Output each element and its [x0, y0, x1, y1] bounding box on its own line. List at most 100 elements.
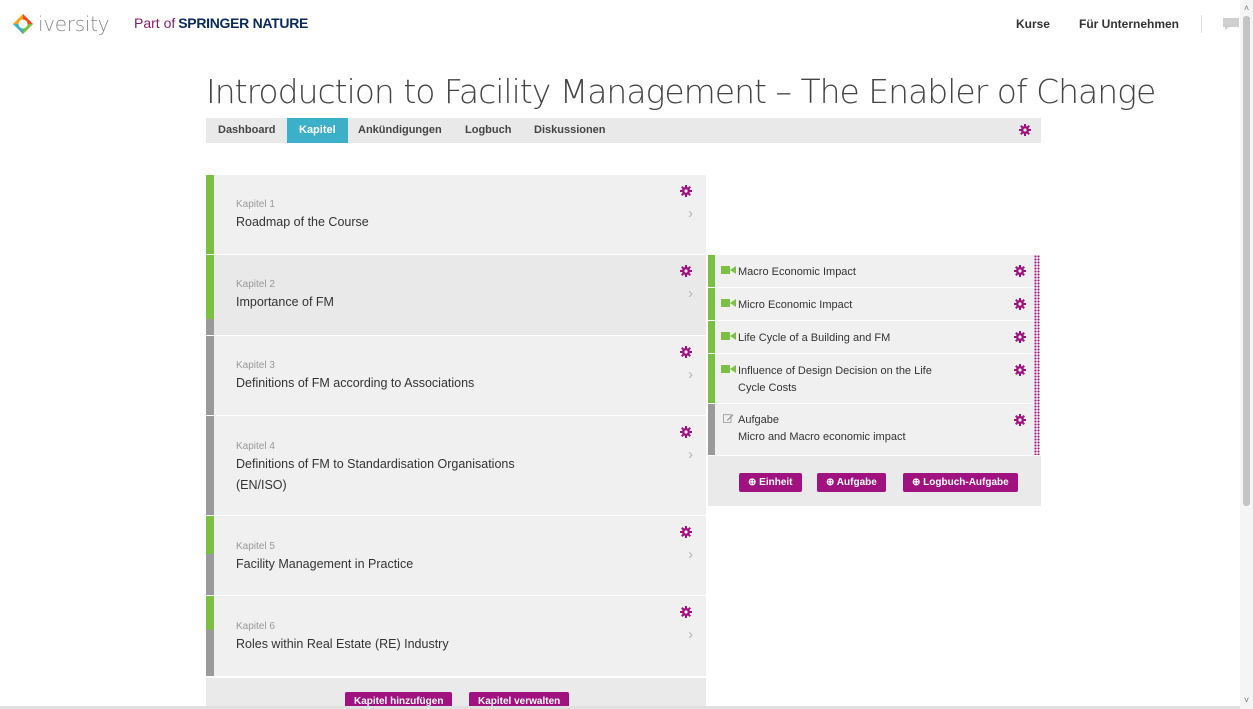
unit-status-stripe — [708, 404, 715, 455]
unit-status-stripe — [708, 354, 715, 403]
unit-status-stripe — [708, 288, 715, 320]
iversity-logo-icon — [13, 14, 33, 34]
unit-title: Micro and Macro economic impact — [738, 431, 906, 443]
unit-title: Macro Economic Impact — [738, 266, 856, 278]
part-of-springer: Part of SPRINGER NATURE — [134, 15, 308, 31]
unit-actions: ⊕ Einheit ⊕ Aufgabe ⊕ Logbuch-Aufgabe — [708, 456, 1041, 506]
gear-icon[interactable] — [680, 526, 692, 538]
part-of-label: Part of — [134, 15, 176, 31]
chapter-item[interactable]: Kapitel 5 Facility Management in Practic… — [206, 516, 706, 596]
add-unit-label: Einheit — [759, 477, 793, 488]
add-task-label: Aufgabe — [836, 477, 877, 488]
chapter-status-stripe — [206, 596, 214, 676]
drag-handle[interactable] — [1034, 255, 1040, 455]
scroll-thumb[interactable] — [1243, 16, 1250, 506]
chapter-number: Kapitel 4 — [236, 441, 275, 452]
chapter-item[interactable]: Kapitel 3 Definitions of FM according to… — [206, 336, 706, 416]
chevron-right-icon[interactable]: › — [688, 626, 693, 643]
chapter-title: Importance of FM — [236, 295, 334, 309]
chapter-title: Roadmap of the Course — [236, 215, 369, 229]
chapter-item[interactable]: Kapitel 4 Definitions of FM to Standardi… — [206, 416, 706, 516]
unit-item[interactable]: Macro Economic Impact — [708, 255, 1035, 288]
task-label: Aufgabe — [738, 414, 779, 426]
unit-status-stripe — [708, 255, 715, 287]
video-camera-icon — [721, 299, 736, 307]
gear-icon[interactable] — [1014, 298, 1026, 310]
chapter-title: Definitions of FM to Standardisation Org… — [236, 457, 515, 492]
add-task-button[interactable]: ⊕ Aufgabe — [817, 473, 886, 492]
top-nav: Kurse Für Unternehmen — [987, 15, 1240, 33]
tab-logbuch[interactable]: Logbuch — [465, 118, 511, 143]
task-block: Aufgabe Micro and Macro economic impact — [738, 412, 988, 446]
tab-ankuendigungen[interactable]: Ankündigungen — [358, 118, 442, 143]
chapter-status-stripe — [206, 175, 214, 254]
video-camera-icon — [721, 332, 736, 340]
chevron-right-icon[interactable]: › — [688, 285, 693, 302]
gear-icon[interactable] — [680, 606, 692, 618]
gear-icon[interactable] — [1014, 331, 1026, 343]
chapter-number: Kapitel 2 — [236, 279, 275, 290]
course-title: Introduction to Facility Management – Th… — [206, 72, 1156, 111]
unit-status-stripe — [708, 321, 715, 353]
video-camera-icon — [721, 266, 736, 274]
unit-item[interactable]: Influence of Design Decision on the Life… — [708, 354, 1035, 404]
scroll-up-icon[interactable]: ˄ — [1242, 4, 1251, 13]
unit-item[interactable]: Life Cycle of a Building and FM — [708, 321, 1035, 354]
add-logbook-task-label: Logbuch-Aufgabe — [923, 477, 1009, 488]
chapter-title: Roles within Real Estate (RE) Industry — [236, 637, 449, 651]
nav-divider — [1201, 15, 1202, 33]
nav-kurse[interactable]: Kurse — [1016, 17, 1050, 31]
chevron-right-icon[interactable]: › — [688, 205, 693, 222]
nav-fuer-unternehmen[interactable]: Für Unternehmen — [1079, 17, 1179, 31]
edit-icon — [723, 414, 734, 423]
chapter-item[interactable]: Kapitel 2 Importance of FM › — [206, 255, 706, 336]
gear-icon[interactable] — [1014, 364, 1026, 376]
gear-icon[interactable] — [680, 426, 692, 438]
tab-diskussionen[interactable]: Diskussionen — [534, 118, 606, 143]
tab-dashboard[interactable]: Dashboard — [218, 118, 275, 143]
plus-circle-icon: ⊕ — [912, 477, 924, 488]
gear-icon[interactable] — [1019, 124, 1031, 136]
course-tabs: Dashboard Kapitel Ankündigungen Logbuch … — [206, 118, 1041, 143]
gear-icon[interactable] — [680, 265, 692, 277]
add-unit-button[interactable]: ⊕ Einheit — [739, 473, 802, 492]
vertical-scrollbar[interactable]: ˄ ˅ — [1240, 0, 1253, 709]
chapter-title: Definitions of FM according to Associati… — [236, 376, 475, 390]
chevron-right-icon[interactable]: › — [688, 446, 693, 463]
top-header: iversity Part of SPRINGER NATURE Kurse Fü… — [0, 0, 1240, 46]
chapter-item[interactable]: Kapitel 6 Roles within Real Estate (RE) … — [206, 596, 706, 677]
gear-icon[interactable] — [680, 185, 692, 197]
gear-icon[interactable] — [1014, 414, 1026, 426]
iversity-logo[interactable]: iversity — [12, 12, 109, 36]
unit-item[interactable]: Aufgabe Micro and Macro economic impact — [708, 404, 1035, 456]
chapter-status-stripe — [206, 516, 214, 595]
unit-title: Influence of Design Decision on the Life… — [738, 365, 932, 394]
gear-icon[interactable] — [1014, 265, 1026, 277]
scroll-down-icon[interactable]: ˅ — [1242, 696, 1251, 705]
chapter-number: Kapitel 3 — [236, 360, 275, 371]
chapter-item[interactable]: Kapitel 1 Roadmap of the Course › — [206, 175, 706, 255]
chapter-status-stripe — [206, 416, 214, 515]
add-logbook-task-button[interactable]: ⊕ Logbuch-Aufgabe — [903, 473, 1018, 492]
chapter-number: Kapitel 6 — [236, 621, 275, 632]
chapter-title: Facility Management in Practice — [236, 557, 414, 571]
video-camera-icon — [721, 365, 736, 373]
chapter-number: Kapitel 1 — [236, 199, 275, 210]
plus-circle-icon: ⊕ — [826, 477, 837, 488]
chapter-number: Kapitel 5 — [236, 541, 275, 552]
gear-icon[interactable] — [680, 346, 692, 358]
page: iversity Part of SPRINGER NATURE Kurse Fü… — [0, 0, 1253, 709]
chapter-status-stripe — [206, 255, 214, 335]
springer-nature-logo: SPRINGER NATURE — [178, 15, 309, 31]
plus-circle-icon: ⊕ — [748, 477, 760, 488]
unit-title: Life Cycle of a Building and FM — [738, 332, 891, 344]
tab-kapitel[interactable]: Kapitel — [287, 118, 348, 143]
unit-title: Micro Economic Impact — [738, 299, 853, 311]
unit-item[interactable]: Micro Economic Impact — [708, 288, 1035, 321]
chapter-actions: Kapitel hinzufügen Kapitel verwalten — [206, 678, 706, 709]
chevron-right-icon[interactable]: › — [688, 546, 693, 563]
chat-icon[interactable] — [1222, 17, 1240, 31]
chevron-right-icon[interactable]: › — [688, 366, 693, 383]
logo-text: iversity — [38, 12, 110, 36]
chapter-status-stripe — [206, 336, 214, 415]
